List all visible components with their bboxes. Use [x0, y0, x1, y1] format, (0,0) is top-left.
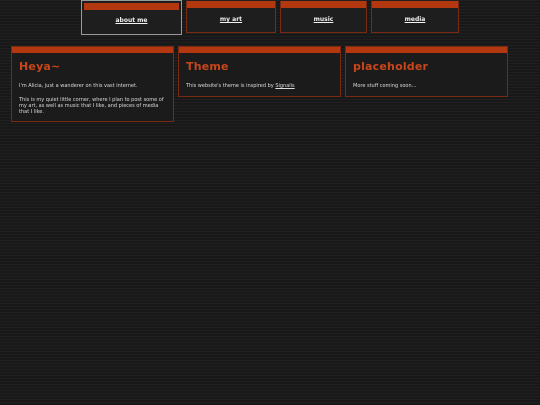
tab-accent-bar	[372, 1, 458, 8]
tab-label: my art	[219, 16, 243, 23]
card-title: placeholder	[353, 60, 429, 73]
card-accent-bar	[179, 47, 340, 53]
card-accent-bar	[12, 47, 173, 53]
tab-accent-bar	[281, 1, 366, 8]
theme-text: This website's theme is inspired by	[186, 83, 276, 89]
signalis-link[interactable]: Signalis	[275, 83, 294, 89]
tab-music[interactable]: music	[280, 1, 367, 33]
top-nav: about me my art music media	[0, 0, 540, 36]
card-paragraph: This is my quiet little corner, where I …	[19, 97, 164, 115]
tab-label: media	[404, 16, 426, 23]
tab-label: music	[313, 16, 334, 23]
card-intro: Heya~ I'm Alicia, just a wanderer on thi…	[11, 46, 174, 122]
card-accent-bar	[346, 47, 507, 53]
tab-about-me[interactable]: about me	[81, 0, 182, 35]
card-paragraph: More stuff coming soon...	[353, 83, 417, 89]
card-paragraph: This website's theme is inspired by Sign…	[186, 83, 332, 89]
card-theme: Theme This website's theme is inspired b…	[178, 46, 341, 97]
tab-accent-bar	[187, 1, 275, 8]
card-title: Heya~	[19, 60, 61, 73]
tab-my-art[interactable]: my art	[186, 1, 276, 33]
tab-media[interactable]: media	[371, 1, 459, 33]
card-paragraph: I'm Alicia, just a wanderer on this vast…	[19, 83, 138, 89]
tab-accent-bar	[84, 3, 179, 10]
tab-label: about me	[115, 17, 148, 24]
card-title: Theme	[186, 60, 229, 73]
card-placeholder: placeholder More stuff coming soon...	[345, 46, 508, 97]
